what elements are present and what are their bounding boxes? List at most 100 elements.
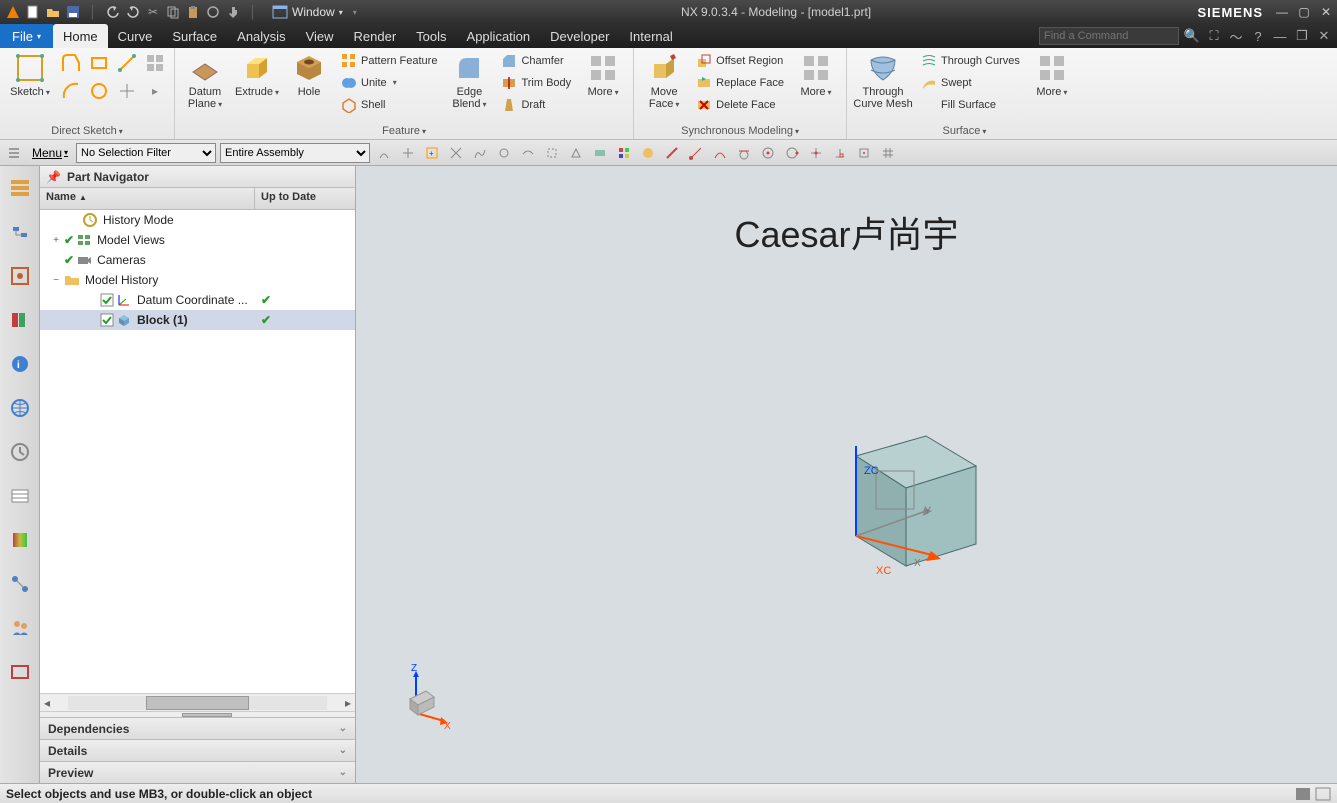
fill-surface-button[interactable]: Fill Surface bbox=[917, 94, 1024, 115]
constraint-navigator-tab[interactable] bbox=[6, 262, 34, 290]
snap-end[interactable] bbox=[686, 143, 706, 163]
snap-mid[interactable] bbox=[710, 143, 730, 163]
status-icon-1[interactable] bbox=[1295, 787, 1311, 801]
shell-button[interactable]: Shell bbox=[337, 94, 441, 115]
sel-tool-11[interactable] bbox=[614, 143, 634, 163]
tab-developer[interactable]: Developer bbox=[540, 24, 619, 48]
tree-row[interactable]: Block (1)✔ bbox=[40, 310, 355, 330]
navigator-tree[interactable]: History Mode+✔Model Views✔Cameras−Model … bbox=[40, 210, 355, 693]
tab-view[interactable]: View bbox=[296, 24, 344, 48]
snap-grid[interactable] bbox=[878, 143, 898, 163]
sel-tool-5[interactable] bbox=[470, 143, 490, 163]
sel-tool-2[interactable] bbox=[398, 143, 418, 163]
nx-logo-icon[interactable] bbox=[4, 3, 22, 21]
command-search-input[interactable] bbox=[1039, 27, 1179, 45]
replace-face-button[interactable]: Replace Face bbox=[692, 72, 788, 93]
dependencies-tab[interactable] bbox=[6, 570, 34, 598]
feature-more-button[interactable]: More bbox=[579, 50, 627, 100]
minimize-button[interactable]: — bbox=[1271, 3, 1293, 21]
tree-row[interactable]: −Model History bbox=[40, 270, 355, 290]
assembly-navigator-tab[interactable] bbox=[6, 218, 34, 246]
close-button[interactable]: ✕ bbox=[1315, 3, 1337, 21]
snap-existing[interactable] bbox=[854, 143, 874, 163]
doc-close-button[interactable]: ✕ bbox=[1315, 28, 1333, 44]
rectangle-tool[interactable] bbox=[86, 50, 112, 76]
selection-scope-dropdown[interactable]: Entire Assembly bbox=[220, 143, 370, 163]
redo-icon[interactable] bbox=[124, 3, 142, 21]
repeat-icon[interactable] bbox=[204, 3, 222, 21]
sel-tool-9[interactable] bbox=[566, 143, 586, 163]
edge-blend-button[interactable]: Edge Blend bbox=[445, 50, 493, 112]
hd3d-tab[interactable]: i bbox=[6, 350, 34, 378]
through-curves-button[interactable]: Through Curves bbox=[917, 50, 1024, 71]
details-panel[interactable]: Details⌄ bbox=[40, 739, 355, 761]
maximize-button[interactable]: ▢ bbox=[1293, 3, 1315, 21]
tab-internal[interactable]: Internal bbox=[619, 24, 682, 48]
sel-tool-4[interactable] bbox=[446, 143, 466, 163]
system-scene-tab[interactable] bbox=[6, 526, 34, 554]
snap-quadrant[interactable] bbox=[782, 143, 802, 163]
roles-tab[interactable] bbox=[6, 614, 34, 642]
tab-curve[interactable]: Curve bbox=[108, 24, 163, 48]
trim-body-button[interactable]: Trim Body bbox=[497, 72, 575, 93]
offset-region-button[interactable]: Offset Region bbox=[692, 50, 788, 71]
help-icon[interactable]: ? bbox=[1249, 28, 1267, 44]
search-icon[interactable]: 🔍 bbox=[1183, 28, 1201, 44]
horizontal-scrollbar[interactable]: ◂ ▸ bbox=[40, 693, 355, 711]
swept-button[interactable]: Swept bbox=[917, 72, 1024, 93]
options-icon[interactable]: 〜 bbox=[1227, 28, 1245, 44]
sel-tool-12[interactable] bbox=[638, 143, 658, 163]
datum-plane-button[interactable]: Datum Plane bbox=[181, 50, 229, 112]
file-menu[interactable]: File▾ bbox=[0, 24, 53, 48]
window-selector[interactable]: Window ▾ ▾ bbox=[266, 5, 363, 19]
doc-restore-button[interactable]: ❐ bbox=[1293, 28, 1311, 44]
tab-analysis[interactable]: Analysis bbox=[227, 24, 295, 48]
tab-surface[interactable]: Surface bbox=[162, 24, 227, 48]
chevron-right-icon[interactable]: ▸ bbox=[142, 78, 168, 104]
view-tab[interactable] bbox=[6, 658, 34, 686]
checkbox[interactable] bbox=[100, 293, 114, 307]
sel-tool-7[interactable] bbox=[518, 143, 538, 163]
status-icon-2[interactable] bbox=[1315, 787, 1331, 801]
tree-row[interactable]: +✔Model Views bbox=[40, 230, 355, 250]
doc-minimize-button[interactable]: — bbox=[1271, 28, 1289, 44]
process-studio-tab[interactable] bbox=[6, 482, 34, 510]
expander-icon[interactable]: + bbox=[50, 235, 62, 246]
tree-row[interactable]: ✔Cameras bbox=[40, 250, 355, 270]
pattern-feature-button[interactable]: Pattern Feature bbox=[337, 50, 441, 71]
sel-tool-10[interactable] bbox=[590, 143, 610, 163]
tab-home[interactable]: Home bbox=[53, 24, 108, 48]
surface-more-button[interactable]: More bbox=[1028, 50, 1076, 100]
column-uptodate[interactable]: Up to Date bbox=[255, 188, 355, 209]
open-icon[interactable] bbox=[44, 3, 62, 21]
sketch-button[interactable]: Sketch bbox=[6, 50, 54, 100]
history-tab[interactable] bbox=[6, 438, 34, 466]
save-icon[interactable] bbox=[64, 3, 82, 21]
paste-icon[interactable] bbox=[184, 3, 202, 21]
arc-tool[interactable] bbox=[58, 78, 84, 104]
chamfer-button[interactable]: Chamfer bbox=[497, 50, 575, 71]
selection-filter-dropdown[interactable]: No Selection Filter bbox=[76, 143, 216, 163]
sel-tool-1[interactable] bbox=[374, 143, 394, 163]
sel-tool-6[interactable] bbox=[494, 143, 514, 163]
part-navigator-tab[interactable] bbox=[6, 174, 34, 202]
snap-tangent[interactable] bbox=[734, 143, 754, 163]
tab-application[interactable]: Application bbox=[457, 24, 541, 48]
tab-render[interactable]: Render bbox=[344, 24, 407, 48]
hole-button[interactable]: Hole bbox=[285, 50, 333, 100]
graphics-viewport[interactable]: Caesar卢尚宇 ZC Y XC X bbox=[356, 166, 1337, 783]
extrude-button[interactable]: Extrude bbox=[233, 50, 281, 100]
unite-button[interactable]: Unite bbox=[337, 72, 441, 93]
column-name[interactable]: Name ▲ bbox=[40, 188, 255, 209]
snap-perpendicular[interactable] bbox=[830, 143, 850, 163]
point-tool[interactable] bbox=[114, 78, 140, 104]
profile-tool[interactable] bbox=[58, 50, 84, 76]
sel-tool-8[interactable] bbox=[542, 143, 562, 163]
sel-tool-3[interactable]: + bbox=[422, 143, 442, 163]
delete-face-button[interactable]: Delete Face bbox=[692, 94, 788, 115]
cut-icon[interactable]: ✂ bbox=[144, 3, 162, 21]
draft-button[interactable]: Draft bbox=[497, 94, 575, 115]
new-icon[interactable] bbox=[24, 3, 42, 21]
line-tool[interactable] bbox=[114, 50, 140, 76]
snap-intersection[interactable] bbox=[806, 143, 826, 163]
